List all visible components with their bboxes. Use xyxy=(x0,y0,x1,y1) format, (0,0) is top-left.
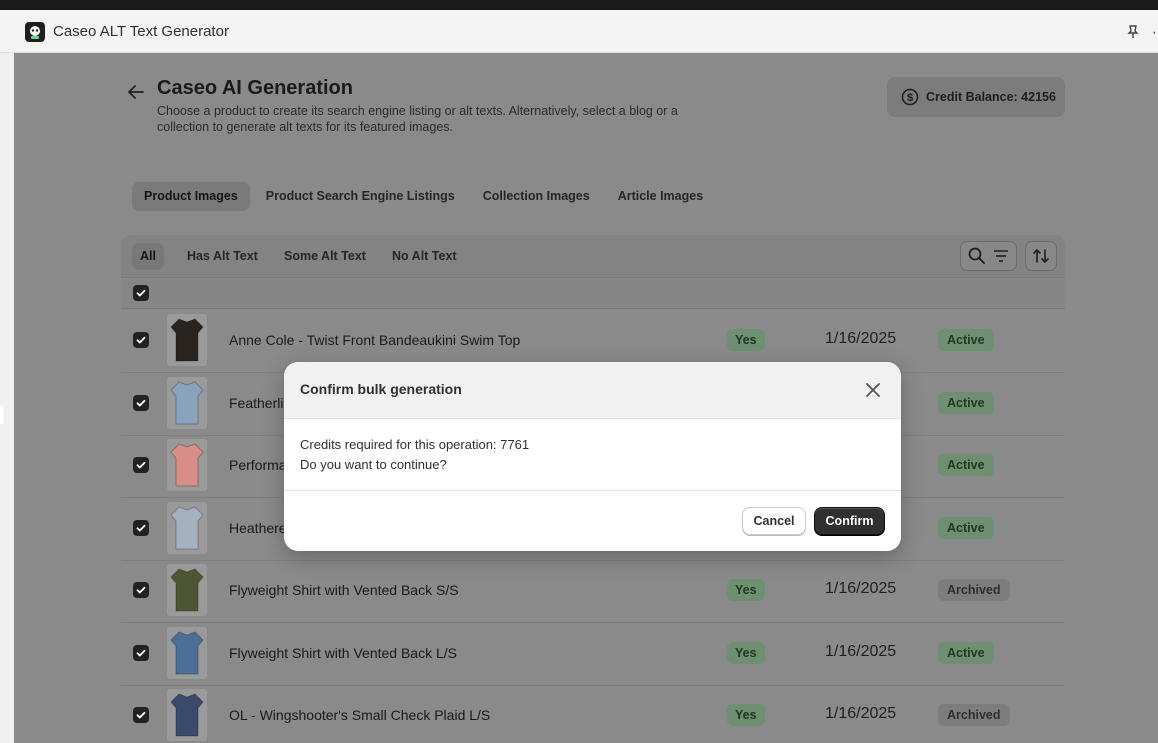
more-icon[interactable]: ⋯ xyxy=(1152,24,1158,41)
alt-text-badge: Yes xyxy=(727,704,765,726)
row-checkbox[interactable] xyxy=(133,582,149,598)
product-thumbnail xyxy=(167,314,207,366)
product-thumbnail xyxy=(167,689,207,741)
check-icon xyxy=(136,289,146,297)
row-checkbox[interactable] xyxy=(133,519,149,536)
status-badge: Archived xyxy=(938,704,1010,726)
filter-all[interactable]: All xyxy=(132,243,164,270)
status-badge: Active xyxy=(938,641,994,664)
product-thumbnail xyxy=(167,376,207,429)
sort-button[interactable] xyxy=(1025,241,1057,271)
dollar-coin-icon: $ xyxy=(901,88,919,106)
cancel-button[interactable]: Cancel xyxy=(742,507,806,535)
product-name[interactable]: Featherli xyxy=(229,395,283,411)
page-title: Caseo AI Generation xyxy=(157,77,353,99)
product-name[interactable]: Flyweight Shirt with Vented Back L/S xyxy=(229,645,457,661)
content-tabs: Product Images Product Search Engine Lis… xyxy=(132,182,719,211)
app-logo-icon xyxy=(25,22,45,42)
search-filter-button[interactable] xyxy=(960,241,1017,271)
close-icon[interactable] xyxy=(862,379,884,401)
table-row[interactable]: Flyweight Shirt with Vented Back S/S Yes 1… xyxy=(121,560,1065,623)
filter-has-alt-text[interactable]: Has Alt Text xyxy=(179,243,266,270)
select-all-checkbox[interactable] xyxy=(133,285,149,301)
app-title: Caseo ALT Text Generator xyxy=(53,23,229,40)
product-date: 1/16/2025 xyxy=(825,330,897,347)
window-top-strip xyxy=(0,0,1158,10)
product-date: 1/16/2025 xyxy=(825,705,897,722)
table-row[interactable]: Flyweight Shirt with Vented Back L/S Yes 1… xyxy=(121,623,1065,686)
row-checkbox[interactable] xyxy=(133,394,149,411)
product-name[interactable]: Flyweight Shirt with Vented Back S/S xyxy=(229,582,459,598)
left-sidebar-strip xyxy=(0,53,14,743)
product-name[interactable]: Anne Cole - Twist Front Bandeaukini Swim… xyxy=(229,332,520,348)
tab-product-search-engine-listings[interactable]: Product Search Engine Listings xyxy=(254,182,467,211)
alt-text-badge: Yes xyxy=(727,579,765,601)
alt-text-badge: Yes xyxy=(727,641,765,664)
back-arrow-icon[interactable] xyxy=(126,82,146,102)
search-icon xyxy=(968,247,985,264)
table-row[interactable]: OL - Wingshooter's Small Check Plaid L/S… xyxy=(121,685,1065,743)
dialog-header: Confirm bulk generation xyxy=(284,362,901,419)
title-bar: Caseo ALT Text Generator ⋯ xyxy=(0,10,1158,53)
status-badge: Archived xyxy=(938,579,1010,601)
status-badge: Active xyxy=(938,454,994,476)
confirm-bulk-generation-dialog: Confirm bulk generation Credits required… xyxy=(284,362,901,551)
product-thumbnail xyxy=(167,626,207,679)
product-thumbnail xyxy=(167,564,207,616)
alt-text-badge: Yes xyxy=(727,329,765,351)
tab-article-images[interactable]: Article Images xyxy=(606,182,715,211)
select-all-row xyxy=(121,279,1065,309)
product-name[interactable]: OL - Wingshooter's Small Check Plaid L/S xyxy=(229,707,490,723)
credits-required-text: Credits required for this operation: 776… xyxy=(300,437,530,452)
filter-some-alt-text[interactable]: Some Alt Text xyxy=(276,243,374,270)
confirm-button[interactable]: Confirm xyxy=(814,507,885,535)
dialog-title: Confirm bulk generation xyxy=(300,381,462,397)
credit-balance-badge: $ Credit Balance: 42156 xyxy=(887,77,1065,117)
status-badge: Active xyxy=(938,329,994,351)
status-badge: Active xyxy=(938,391,994,414)
row-checkbox[interactable] xyxy=(133,707,149,723)
product-date: 1/16/2025 xyxy=(825,642,897,660)
product-thumbnail xyxy=(167,501,207,554)
row-checkbox[interactable] xyxy=(133,457,149,473)
credit-balance-text: Credit Balance: 42156 xyxy=(926,90,1056,104)
filter-bar: All Has Alt Text Some Alt Text No Alt Te… xyxy=(121,235,1065,278)
sort-arrows-icon xyxy=(1033,249,1049,263)
product-name[interactable]: Performa xyxy=(229,457,287,473)
svg-text:$: $ xyxy=(907,92,913,104)
page-subtitle: Choose a product to create its search en… xyxy=(157,104,678,134)
status-badge: Active xyxy=(938,516,994,539)
row-checkbox[interactable] xyxy=(133,644,149,661)
product-date: 1/16/2025 xyxy=(825,580,897,597)
product-thumbnail xyxy=(167,439,207,491)
row-checkbox[interactable] xyxy=(133,332,149,348)
filter-no-alt-text[interactable]: No Alt Text xyxy=(384,243,465,270)
sidebar-marker xyxy=(0,406,3,424)
continue-question-text: Do you want to continue? xyxy=(300,457,447,472)
filter-lines-icon xyxy=(993,250,1008,262)
tab-product-images[interactable]: Product Images xyxy=(132,182,250,211)
tab-collection-images[interactable]: Collection Images xyxy=(471,182,602,211)
dialog-footer: Cancel Confirm xyxy=(284,490,901,551)
pin-icon[interactable] xyxy=(1124,23,1142,41)
product-name[interactable]: Heathere xyxy=(229,520,287,536)
dialog-body: Credits required for this operation: 776… xyxy=(300,435,529,475)
